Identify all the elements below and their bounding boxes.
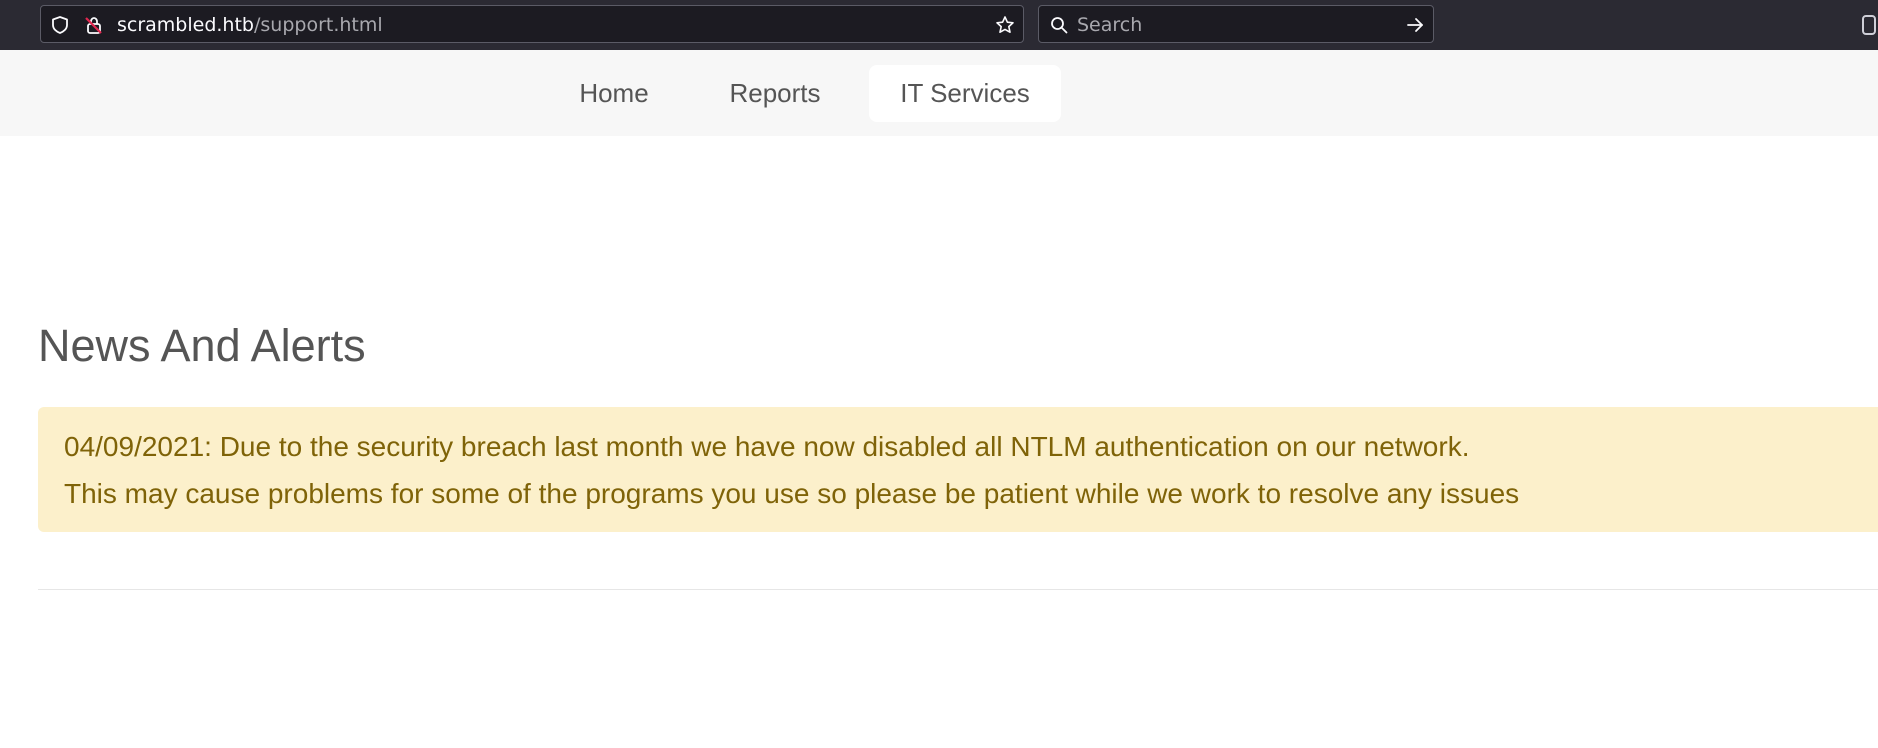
- go-arrow-icon[interactable]: [1405, 15, 1425, 35]
- browser-toolbar: scrambled.htb/support.html Search: [0, 0, 1878, 51]
- nav-it-services[interactable]: IT Services: [869, 65, 1061, 122]
- url-path: /support.html: [254, 14, 383, 36]
- insecure-lock-icon[interactable]: [84, 15, 104, 35]
- shield-icon[interactable]: [50, 15, 70, 35]
- address-bar[interactable]: scrambled.htb/support.html: [40, 5, 1024, 43]
- url-text[interactable]: scrambled.htb/support.html: [117, 15, 383, 35]
- search-icon: [1051, 17, 1068, 34]
- url-host: scrambled.htb: [117, 14, 254, 36]
- bookmark-star-icon[interactable]: [995, 15, 1015, 35]
- site-navbar: Home Reports IT Services: [0, 50, 1878, 136]
- divider: [38, 589, 1878, 590]
- search-bar[interactable]: Search: [1038, 5, 1434, 43]
- extension-icon[interactable]: [1862, 15, 1876, 35]
- alert-banner: 04/09/2021: Due to the security breach l…: [38, 407, 1878, 532]
- search-input[interactable]: Search: [1077, 15, 1142, 35]
- nav-home[interactable]: Home: [548, 65, 680, 122]
- alert-line-2: This may cause problems for some of the …: [64, 478, 1520, 509]
- nav-reports[interactable]: Reports: [702, 65, 848, 122]
- page-title: News And Alerts: [38, 320, 366, 371]
- alert-line-1: 04/09/2021: Due to the security breach l…: [64, 431, 1470, 462]
